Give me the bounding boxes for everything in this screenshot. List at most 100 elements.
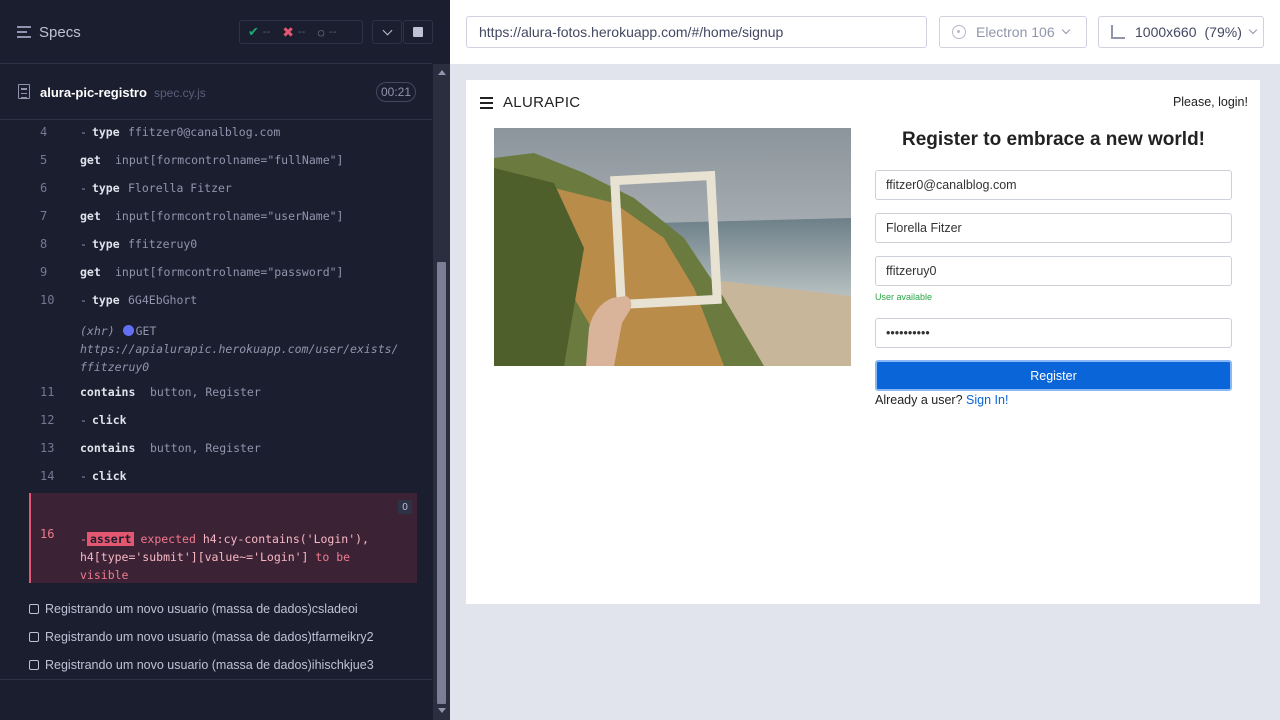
command-number: 4 — [40, 125, 48, 139]
test-stats: ✔ -- ✖ -- ◌ -- — [239, 20, 363, 44]
test-row[interactable]: Registrando um novo usuario (massa de da… — [29, 627, 374, 647]
viewport-selector[interactable]: 1000x660 (79%) — [1098, 16, 1264, 48]
command-number: 16 — [40, 527, 55, 541]
xhr-url-line1: https://apialurapic.herokuapp.com/user/e… — [80, 342, 399, 356]
viewport-size: 1000x660 — [1135, 24, 1197, 40]
assert-visible: visible — [80, 568, 129, 582]
command-number: 8 — [40, 237, 48, 251]
stop-button[interactable] — [403, 20, 433, 44]
x-icon: ✖ — [282, 23, 294, 40]
menu-icon[interactable] — [17, 26, 31, 38]
command-message: input[formcontrolname="password"] — [115, 265, 344, 279]
command-number: 9 — [40, 265, 48, 279]
signup-photo — [494, 128, 851, 366]
file-icon — [18, 84, 30, 99]
hamburger-icon[interactable] — [480, 97, 493, 112]
scrollbar-thumb[interactable] — [437, 262, 446, 704]
email-field[interactable]: ffitzer0@canalblog.com — [875, 170, 1232, 200]
command-name: get — [80, 209, 101, 223]
specs-header: Specs ✔ -- ✖ -- ◌ -- — [0, 0, 433, 64]
command-message: button, Register — [150, 385, 261, 399]
app-frame: ALURAPIC Please, login! Register to embr… — [466, 80, 1260, 604]
scroll-up-icon[interactable] — [438, 70, 446, 75]
already-user-text: Already a user? — [875, 393, 963, 407]
command-name: - click — [80, 469, 127, 483]
cypress-reporter: Specs ✔ -- ✖ -- ◌ -- alura-pic-registro … — [0, 0, 450, 720]
command-name: - type — [80, 181, 120, 195]
command-name: - type — [80, 237, 120, 251]
brand-logo[interactable]: ALURAPIC — [503, 94, 580, 111]
command-name: - click — [80, 413, 127, 427]
spec-header: alura-pic-registro spec.cy.js 00:21 — [0, 64, 432, 120]
assert-tag: assert — [86, 532, 135, 546]
passed-count: -- — [262, 26, 271, 38]
run-timer: 00:21 — [376, 82, 416, 102]
assert-tobe: to be — [315, 550, 351, 564]
fullname-field[interactable]: Florella Fitzer — [875, 213, 1232, 243]
ruler-icon — [1111, 25, 1125, 39]
xhr-url-line2: ffitzeruy0 — [80, 360, 150, 374]
test-status-icon — [29, 604, 39, 614]
command-number: 14 — [40, 469, 55, 483]
aut-header: https://alura-fotos.herokuapp.com/#/home… — [450, 0, 1280, 64]
browser-label: Electron 106 — [976, 24, 1055, 40]
app-under-test-panel: https://alura-fotos.herokuapp.com/#/home… — [450, 0, 1280, 720]
command-number: 6 — [40, 181, 48, 195]
collapse-button[interactable] — [372, 20, 402, 44]
test-title: Registrando um novo usuario (massa de da… — [45, 630, 374, 644]
login-link[interactable]: Please, login! — [1173, 95, 1248, 109]
command-number: 10 — [40, 293, 55, 307]
test-row[interactable]: Registrando um novo usuario (massa de da… — [29, 655, 374, 675]
zoom-level: (79%) — [1204, 24, 1242, 40]
username-field[interactable]: ffitzeruy0 — [875, 256, 1232, 286]
test-row[interactable]: Registrando um novo usuario (massa de da… — [29, 599, 358, 619]
assert-message: - assert expected h4:cy-contains('Login'),… — [80, 532, 369, 582]
test-title: Registrando um novo usuario (massa de da… — [45, 602, 358, 616]
check-icon: ✔ — [248, 24, 259, 39]
specs-title[interactable]: Specs — [39, 24, 81, 41]
username-status: User available — [875, 292, 933, 302]
chevron-down-icon — [1248, 25, 1258, 35]
command-number: 13 — [40, 441, 55, 455]
stop-icon — [413, 27, 423, 37]
test-status-icon — [29, 632, 39, 642]
failed-count: -- — [297, 26, 306, 38]
command-name: - type — [80, 293, 120, 307]
failed-badge: 0 — [398, 500, 412, 514]
chevron-down-icon — [1061, 25, 1070, 35]
command-message: input[formcontrolname="fullName"] — [115, 153, 344, 167]
signin-link[interactable]: Sign In! — [966, 393, 1008, 407]
command-number: 5 — [40, 153, 48, 167]
command-name: contains — [80, 385, 136, 399]
test-title: Registrando um novo usuario (massa de da… — [45, 658, 374, 672]
command-number: 11 — [40, 385, 55, 399]
electron-icon — [952, 25, 966, 39]
spec-name[interactable]: alura-pic-registro — [40, 85, 147, 100]
scroll-down-icon[interactable] — [438, 708, 446, 713]
command-message: button, Register — [150, 441, 261, 455]
assert-expected: expected — [140, 532, 196, 546]
chevron-down-icon — [382, 25, 392, 35]
browser-selector[interactable]: Electron 106 — [939, 16, 1087, 48]
xhr-label: (xhr) — [80, 324, 115, 338]
password-field[interactable]: •••••••••• — [875, 318, 1232, 348]
signin-prompt: Already a user? Sign In! — [875, 393, 1008, 407]
url-bar[interactable]: https://alura-fotos.herokuapp.com/#/home… — [466, 16, 927, 48]
command-message: input[formcontrolname="userName"] — [115, 209, 344, 223]
register-button[interactable]: Register — [875, 360, 1232, 391]
command-name: get — [80, 153, 101, 167]
command-name: get — [80, 265, 101, 279]
form-title: Register to embrace a new world! — [901, 129, 1206, 150]
pending-count: -- — [329, 26, 337, 38]
test-status-icon — [29, 660, 39, 670]
xhr-status-icon — [122, 325, 134, 336]
assert-selector-1: h4:cy-contains('Login'), — [202, 532, 369, 546]
spec-extension: spec.cy.js — [154, 86, 206, 100]
command-name: contains — [80, 441, 136, 455]
xhr-method: GET — [135, 324, 157, 338]
command-message: ffitzer0@canalblog.com — [128, 125, 281, 139]
spinner-icon: ◌ — [317, 24, 326, 40]
assert-selector-2: h4[type='submit'][value~='Login'] — [80, 550, 309, 564]
xhr-log[interactable]: (xhr) GET https://apialurapic.herokuapp.c… — [80, 322, 399, 376]
divider — [0, 679, 432, 680]
